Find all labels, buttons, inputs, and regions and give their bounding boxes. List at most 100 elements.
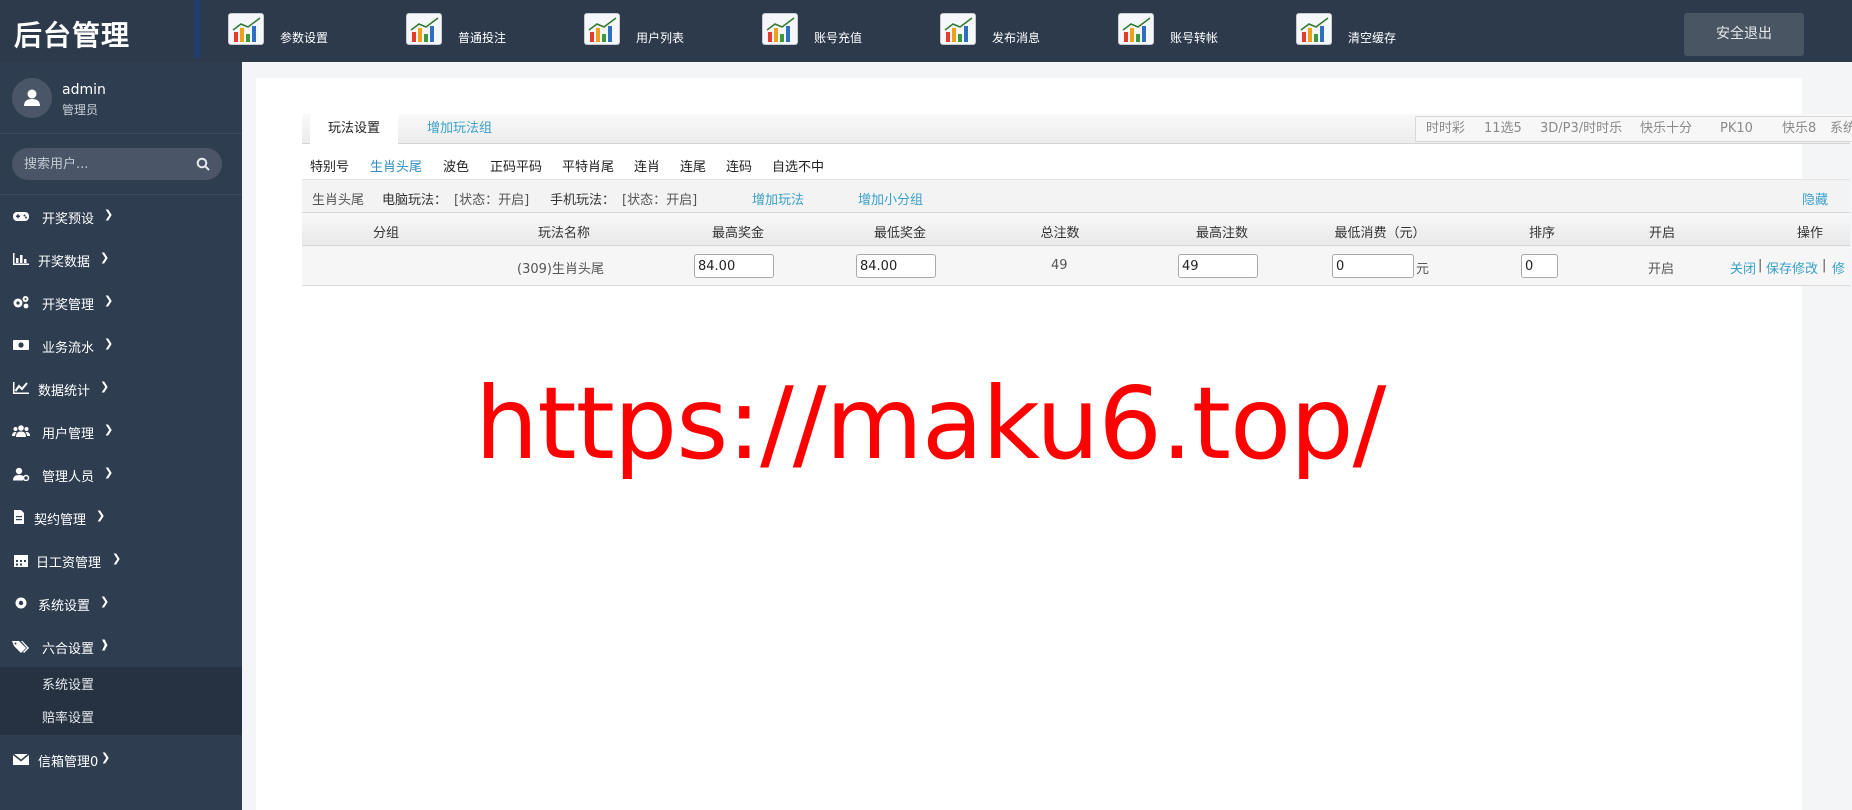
sidebar-item-daily-wage[interactable]: 日工资管理 ❯: [0, 540, 242, 580]
tab-pk10[interactable]: PK10: [1720, 117, 1753, 141]
currency-unit: 元: [1416, 262, 1430, 277]
tab-play-settings[interactable]: 玩法设置: [310, 114, 398, 144]
user-box: admin 管理员: [0, 62, 242, 134]
game-type-tabs: 时时彩 11选5 3D/P3/时时乐 快乐十分 PK10 快乐8 系统彩: [1415, 116, 1852, 142]
sidebar: admin 管理员 开奖预设 ❯ 开奖数据 ❯ 开奖管理 ❯ 业务流水 ❯ 数据…: [0, 62, 242, 810]
sidebar-item-user-manage[interactable]: 用户管理 ❯: [0, 411, 242, 451]
search-input[interactable]: [24, 148, 184, 180]
col-enabled: 开启: [1648, 226, 1676, 241]
min-spend-input[interactable]: [1332, 254, 1414, 278]
sidebar-item-label: 六合设置: [42, 642, 95, 657]
sidebar-item-label: 管理人员: [42, 470, 95, 485]
chart-icon: [940, 13, 976, 45]
pc-play-status: [状态：开启]: [454, 193, 530, 208]
sort-input[interactable]: [1521, 254, 1558, 278]
col-sort: 排序: [1528, 226, 1556, 241]
subnav-zodiac-tail[interactable]: 平特肖尾: [562, 156, 614, 175]
sidebar-item-draw-data[interactable]: 开奖数据 ❯: [0, 239, 242, 279]
subnav-lianma[interactable]: 连码: [726, 156, 752, 175]
topnav-label: 账号充值: [814, 31, 863, 45]
hide-link[interactable]: 隐藏: [1802, 189, 1828, 208]
subnav-special[interactable]: 特别号: [310, 156, 349, 175]
topnav-label: 用户列表: [636, 31, 685, 45]
max-bonus-input[interactable]: [694, 254, 774, 278]
sidebar-item-draw-manage[interactable]: 开奖管理 ❯: [0, 282, 242, 322]
col-max-bets: 最高注数: [1195, 226, 1249, 241]
sidebar-item-label: 契约管理: [34, 513, 87, 528]
sidebar-item-mailbox[interactable]: 信箱管理0 ❯: [0, 739, 242, 779]
gears-icon: [13, 296, 29, 309]
col-min-spend: 最低消费（元）: [1334, 226, 1426, 241]
sidebar-item-label: 开奖数据: [38, 255, 91, 270]
topnav-label: 参数设置: [280, 31, 329, 45]
sidebar-item-admins[interactable]: 管理人员 ❯: [0, 454, 242, 494]
add-subgroup-link[interactable]: 增加小分组: [858, 189, 923, 208]
sidebar-item-mark-six-settings[interactable]: 六合设置 ❱: [0, 626, 242, 666]
cell-play-name: (309)生肖头尾: [517, 262, 604, 277]
user-admin-icon: [13, 467, 30, 481]
sidebar-item-label: 系统设置: [38, 599, 91, 614]
chart-icon: [1296, 13, 1332, 45]
search-icon[interactable]: [196, 157, 210, 171]
separator: |: [1822, 258, 1827, 273]
money-icon: [13, 340, 29, 350]
logout-button[interactable]: 安全退出: [1684, 13, 1804, 56]
chevron-right-icon: ❯: [100, 380, 110, 393]
tab-11x5[interactable]: 11选5: [1484, 117, 1522, 141]
max-bets-input[interactable]: [1178, 254, 1258, 278]
col-min-bonus: 最低奖金: [873, 226, 927, 241]
tabs-bar: 玩法设置 增加玩法组 时时彩 11选5 3D/P3/时时乐 快乐十分 PK10 …: [302, 114, 1852, 144]
gamepad-icon: [13, 212, 29, 221]
subnav-zodiac-head-tail[interactable]: 生肖头尾: [370, 156, 422, 175]
sidebar-item-label: 日工资管理: [36, 556, 102, 571]
tags-icon: [12, 641, 29, 653]
topnav-label: 普通投注: [458, 31, 507, 45]
chevron-right-icon: ❯: [104, 466, 114, 479]
cell-enabled: 开启: [1648, 262, 1675, 277]
table-header: 分组 玩法名称 最高奖金 最低奖金 总注数 最高注数 最低消费（元） 排序 开启…: [302, 212, 1850, 246]
subnav-lianxiao[interactable]: 连肖: [634, 156, 660, 175]
save-changes-link[interactable]: 保存修改: [1766, 258, 1818, 277]
play-type-nav: 特别号 生肖头尾 波色 正码平码 平特肖尾 连肖 连尾 连码 自选不中: [302, 152, 1850, 178]
chevron-right-icon: ❯: [104, 337, 114, 350]
watermark-url: https://maku6.top/: [475, 365, 1386, 482]
subnav-color[interactable]: 波色: [443, 156, 469, 175]
play-info-bar: 生肖头尾 电脑玩法： [状态：开启] 手机玩法： [状态：开启] 增加玩法 增加…: [302, 179, 1850, 212]
search-box: [12, 148, 222, 180]
sidebar-divider: [0, 194, 242, 195]
submenu-item-system-settings[interactable]: 系统设置: [42, 674, 94, 693]
sidebar-item-label: 业务流水: [42, 341, 95, 356]
topnav-label: 账号转帐: [1170, 31, 1219, 45]
envelope-icon: [12, 753, 30, 765]
sidebar-item-statistics[interactable]: 数据统计 ❯: [0, 368, 242, 408]
sidebar-item-label: 开奖管理: [42, 298, 95, 313]
sidebar-item-contracts[interactable]: 契约管理 ❯: [0, 497, 242, 537]
tab-kl8[interactable]: 快乐8: [1782, 117, 1816, 141]
file-icon: [14, 510, 24, 524]
submenu-item-odds-settings[interactable]: 赔率设置: [42, 707, 94, 726]
tab-klsf[interactable]: 快乐十分: [1640, 117, 1692, 141]
play-name: 生肖头尾: [312, 193, 365, 208]
tab-ssc[interactable]: 时时彩: [1426, 117, 1465, 141]
close-link[interactable]: 关闭: [1730, 258, 1756, 277]
col-group: 分组: [372, 226, 400, 241]
col-play-name: 玩法名称: [537, 226, 591, 241]
sidebar-item-label: 信箱管理0: [38, 755, 99, 770]
chevron-right-icon: ❯: [104, 294, 114, 307]
subnav-self-select[interactable]: 自选不中: [772, 156, 824, 175]
line-chart-icon: [13, 382, 29, 394]
chart-icon: [762, 13, 798, 45]
tab-system-lottery[interactable]: 系统彩: [1830, 117, 1852, 141]
add-play-link[interactable]: 增加玩法: [752, 189, 804, 208]
edit-link[interactable]: 修: [1832, 258, 1845, 277]
sidebar-item-label: 开奖预设: [42, 212, 95, 227]
add-play-group-link[interactable]: 增加玩法组: [427, 114, 492, 144]
sidebar-item-system-settings[interactable]: 系统设置 ❯: [0, 583, 242, 623]
sidebar-item-draw-preset[interactable]: 开奖预设 ❯: [0, 196, 242, 236]
subnav-main-code[interactable]: 正码平码: [490, 156, 542, 175]
cell-total-bets: 49: [1051, 258, 1068, 273]
min-bonus-input[interactable]: [856, 254, 936, 278]
subnav-lianwei[interactable]: 连尾: [680, 156, 706, 175]
tab-3d[interactable]: 3D/P3/时时乐: [1540, 117, 1622, 141]
sidebar-item-business-flow[interactable]: 业务流水 ❯: [0, 325, 242, 365]
